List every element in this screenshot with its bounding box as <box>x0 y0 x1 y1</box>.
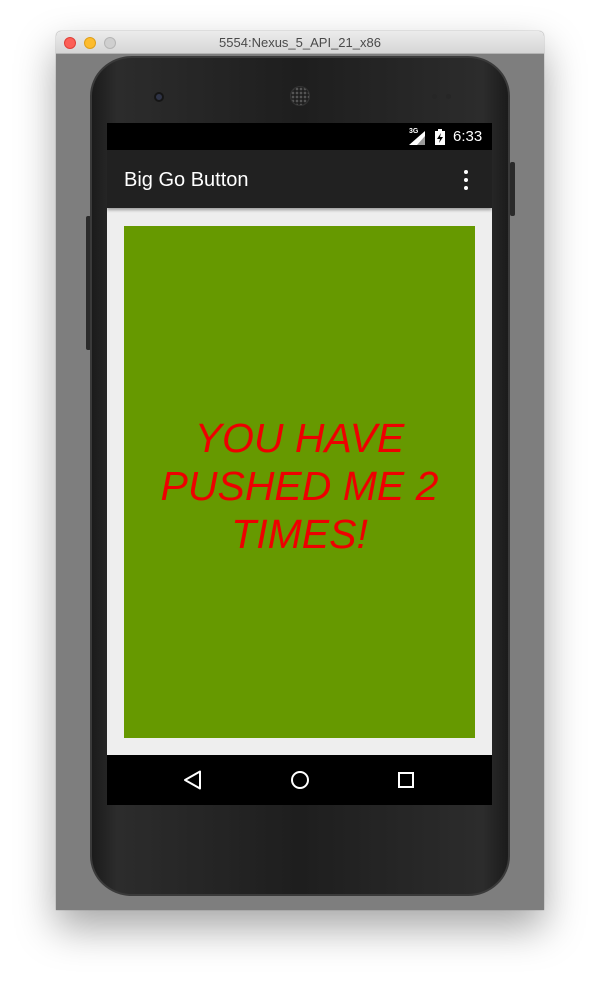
window-titlebar[interactable]: 5554:Nexus_5_API_21_x86 <box>56 31 544 54</box>
navigation-bar <box>107 755 492 805</box>
front-camera <box>154 92 164 102</box>
earpiece-speaker <box>290 86 310 106</box>
app-toolbar: Big Go Button <box>107 150 492 208</box>
signal-icon <box>409 131 425 145</box>
device-screen: 3G 6:33 Big Go Button YOU HAVE PUSHED ME… <box>107 123 492 805</box>
big-go-button[interactable]: YOU HAVE PUSHED ME 2 TIMES! <box>124 226 475 738</box>
back-icon[interactable] <box>182 769 204 791</box>
power-button[interactable] <box>510 162 515 216</box>
light-sensor <box>446 94 451 99</box>
status-clock: 6:33 <box>453 128 483 145</box>
recents-icon[interactable] <box>395 769 417 791</box>
app-title: Big Go Button <box>124 169 249 191</box>
push-count-label: YOU HAVE PUSHED ME 2 TIMES! <box>160 415 439 557</box>
battery-icon <box>435 129 445 145</box>
status-bar: 3G 6:33 <box>107 123 492 150</box>
window-title: 5554:Nexus_5_API_21_x86 <box>219 35 381 50</box>
more-vert-icon[interactable] <box>458 169 474 191</box>
home-icon[interactable] <box>289 769 311 791</box>
main-content: YOU HAVE PUSHED ME 2 TIMES! <box>107 208 492 755</box>
proximity-sensor <box>432 94 437 99</box>
